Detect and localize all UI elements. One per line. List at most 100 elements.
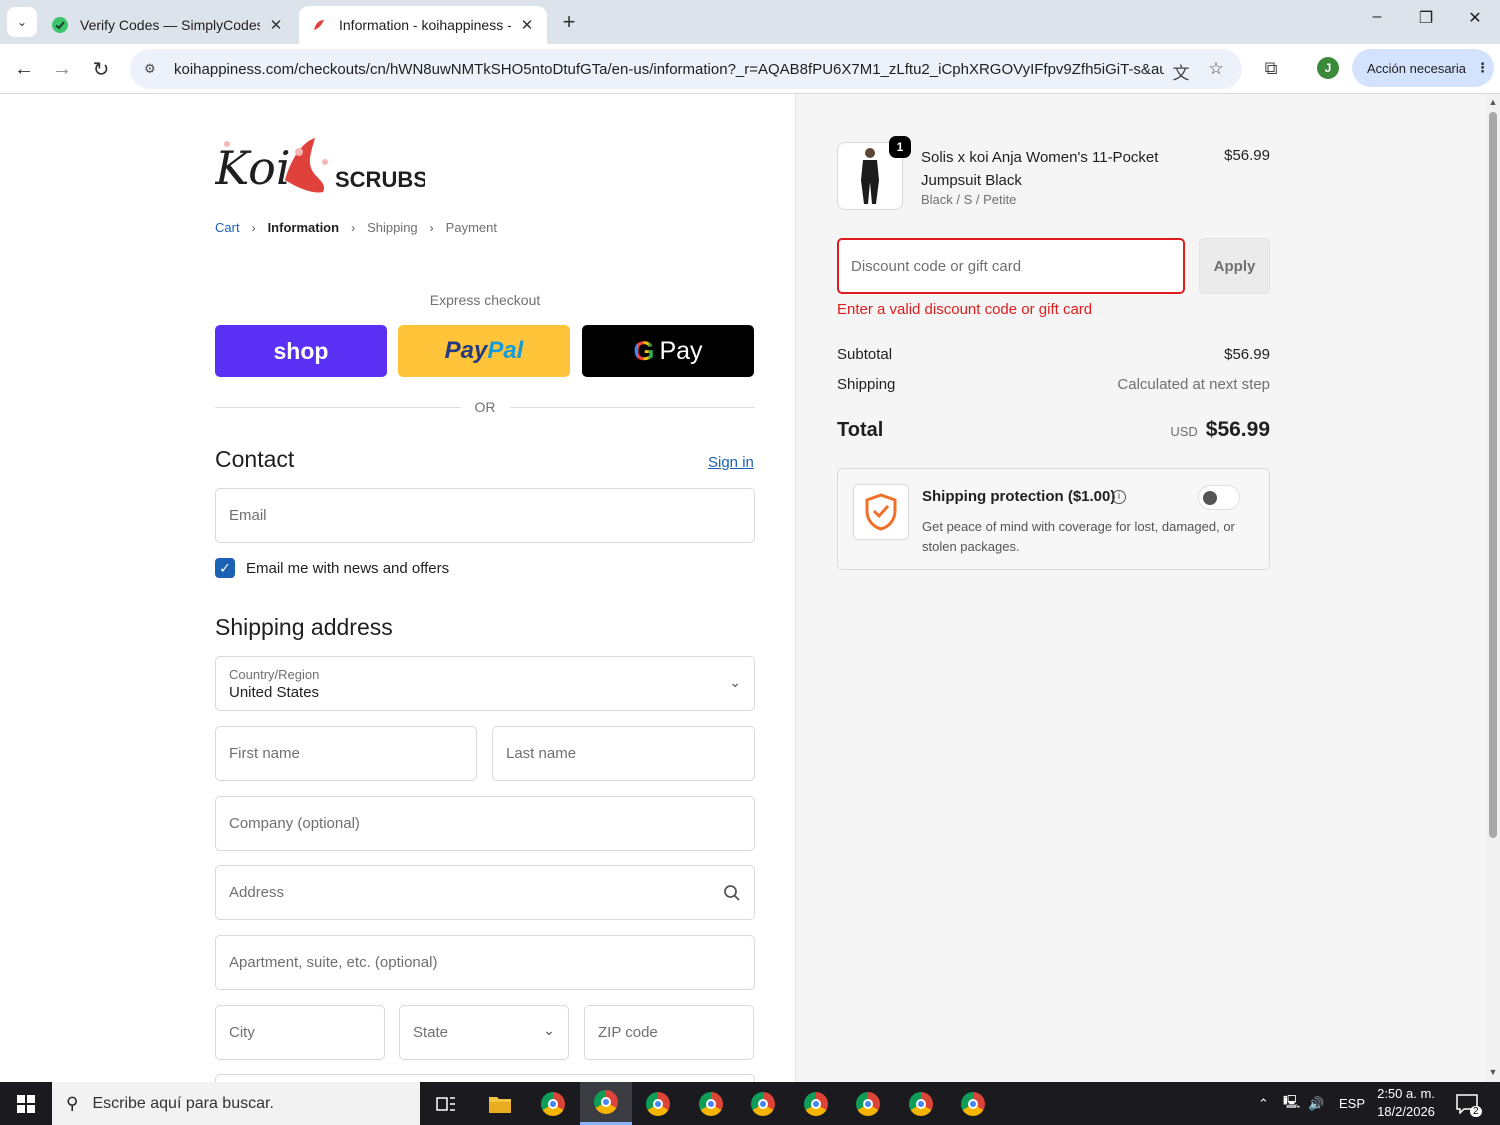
- site-info-icon[interactable]: ⚙: [144, 61, 164, 77]
- chevron-down-icon: ⌄: [543, 1022, 555, 1038]
- country-select[interactable]: Country/Region United States ⌄: [215, 656, 755, 711]
- sign-in-link[interactable]: Sign in: [708, 454, 754, 471]
- clock-time: 2:50 a. m.: [1377, 1086, 1435, 1101]
- windows-start-icon[interactable]: [0, 1082, 52, 1125]
- checkout-page: Koi SCRUBS Cart › Information › Shipping…: [0, 94, 1486, 1082]
- bookmark-star-icon[interactable]: ☆: [1205, 59, 1227, 79]
- paypal-button[interactable]: Pay Pal: [398, 325, 570, 377]
- translate-icon[interactable]: 文: [1170, 59, 1192, 84]
- taskbar-search[interactable]: ⚲ Escribe aquí para buscar.: [52, 1082, 420, 1125]
- url-text[interactable]: koihappiness.com/checkouts/cn/hWN8uwNMTk…: [174, 61, 1164, 78]
- city-field[interactable]: City: [215, 1005, 385, 1060]
- email-placeholder: Email: [229, 507, 267, 524]
- search-icon: ⚲: [66, 1093, 79, 1113]
- forward-arrow-icon[interactable]: →: [48, 55, 76, 83]
- shop-pay-button[interactable]: shop: [215, 325, 387, 377]
- product-variant: Black / S / Petite: [921, 192, 1017, 207]
- address-bar[interactable]: ⚙ koihappiness.com/checkouts/cn/hWN8uwNM…: [130, 49, 1242, 89]
- discount-code-input[interactable]: Discount code or gift card: [837, 238, 1185, 294]
- tab-title: Information - koihappiness - Ch: [339, 17, 511, 33]
- address-field[interactable]: Address: [215, 865, 755, 920]
- close-icon[interactable]: ✕: [268, 16, 284, 34]
- task-view-icon[interactable]: [420, 1082, 472, 1125]
- chevron-down-icon: ⌄: [16, 15, 28, 29]
- chrome-icon[interactable]: [527, 1082, 579, 1125]
- chevron-right-icon: ›: [251, 220, 256, 235]
- paypal-label-a: Pay: [444, 337, 488, 364]
- google-pay-label: Pay: [659, 336, 703, 365]
- page-scrollbar[interactable]: ▲ ▼: [1486, 94, 1500, 1082]
- browser-toolbar: ← → ↻ ⚙ koihappiness.com/checkouts/cn/hW…: [0, 44, 1500, 94]
- phone-field[interactable]: [215, 1074, 755, 1082]
- subtotal-row: Subtotal $56.99: [837, 346, 1270, 363]
- reload-icon[interactable]: ↻: [87, 55, 115, 83]
- currency-code: USD: [1170, 424, 1198, 439]
- back-arrow-icon[interactable]: ←: [10, 55, 38, 83]
- zip-placeholder: ZIP code: [598, 1024, 658, 1041]
- subtotal-label: Subtotal: [837, 346, 893, 363]
- action-required-button[interactable]: Acción necesaria ⋮: [1352, 49, 1494, 87]
- shipping-protection-card: Shipping protection ($1.00) i Get peace …: [837, 468, 1270, 570]
- checkbox-checked-icon[interactable]: ✓: [215, 558, 235, 578]
- apply-discount-button[interactable]: Apply: [1199, 238, 1270, 294]
- chrome-icon[interactable]: [580, 1082, 632, 1125]
- new-tab-plus-icon[interactable]: +: [556, 9, 582, 35]
- tab-koihappiness[interactable]: Information - koihappiness - Ch ✕: [299, 6, 547, 44]
- volume-icon[interactable]: 🔊: [1308, 1082, 1324, 1125]
- chevron-down-icon: ⌄: [729, 674, 741, 690]
- clock[interactable]: 2:50 a. m. 18/2/2026: [1372, 1085, 1440, 1121]
- close-icon[interactable]: ✕: [519, 16, 535, 34]
- chrome-icon[interactable]: [790, 1082, 842, 1125]
- google-pay-button[interactable]: G Pay: [582, 325, 754, 377]
- newsletter-checkbox-row[interactable]: ✓ Email me with news and offers: [215, 558, 449, 578]
- more-vert-icon[interactable]: ⋮: [1476, 60, 1489, 76]
- chrome-icon[interactable]: [842, 1082, 894, 1125]
- tab-search-button[interactable]: ⌄: [7, 7, 37, 37]
- notifications-count: 2: [1470, 1106, 1482, 1117]
- extensions-puzzle-icon[interactable]: ⧉: [1259, 58, 1283, 79]
- restore-icon[interactable]: ❐: [1411, 8, 1441, 28]
- state-select[interactable]: State ⌄: [399, 1005, 569, 1060]
- apartment-field[interactable]: Apartment, suite, etc. (optional): [215, 935, 755, 990]
- shipping-protection-toggle[interactable]: [1198, 485, 1240, 510]
- info-icon[interactable]: i: [1112, 490, 1126, 504]
- notifications-icon[interactable]: 2: [1456, 1082, 1482, 1125]
- logo-script-text: Koi: [215, 141, 291, 195]
- city-placeholder: City: [229, 1024, 255, 1041]
- chrome-icon[interactable]: [632, 1082, 684, 1125]
- email-field[interactable]: Email: [215, 488, 755, 543]
- action-required-label: Acción necesaria: [1367, 60, 1466, 76]
- scroll-down-arrow-icon[interactable]: ▼: [1488, 1067, 1498, 1077]
- or-label: OR: [474, 399, 496, 415]
- chrome-icon[interactable]: [895, 1082, 947, 1125]
- breadcrumb: Cart › Information › Shipping › Payment: [215, 220, 497, 235]
- clock-date: 18/2/2026: [1377, 1104, 1435, 1119]
- koi-scrubs-logo[interactable]: Koi SCRUBS: [215, 132, 425, 202]
- minimize-icon[interactable]: –: [1362, 8, 1392, 26]
- total-label: Total: [837, 419, 884, 441]
- discount-error-message: Enter a valid discount code or gift card: [837, 301, 1093, 318]
- checkout-form-column: Koi SCRUBS Cart › Information › Shipping…: [0, 94, 796, 1082]
- zip-field[interactable]: ZIP code: [584, 1005, 754, 1060]
- shipping-label: Shipping: [837, 376, 896, 393]
- file-explorer-icon[interactable]: [474, 1082, 526, 1125]
- network-icon[interactable]: 🖳: [1283, 1082, 1300, 1125]
- taskbar-search-placeholder: Escribe aquí para buscar.: [92, 1094, 274, 1112]
- chevron-up-icon[interactable]: ⌃: [1258, 1082, 1269, 1125]
- chrome-icon[interactable]: [685, 1082, 737, 1125]
- profile-avatar[interactable]: J: [1317, 57, 1339, 79]
- last-name-field[interactable]: Last name: [492, 726, 755, 781]
- discount-placeholder: Discount code or gift card: [851, 257, 1022, 275]
- scrollbar-thumb[interactable]: [1489, 112, 1497, 838]
- breadcrumb-cart[interactable]: Cart: [215, 220, 240, 235]
- language-indicator[interactable]: ESP: [1339, 1082, 1365, 1125]
- scroll-up-arrow-icon[interactable]: ▲: [1488, 97, 1498, 107]
- chrome-icon[interactable]: [947, 1082, 999, 1125]
- company-field[interactable]: Company (optional): [215, 796, 755, 851]
- first-name-field[interactable]: First name: [215, 726, 477, 781]
- chrome-icon[interactable]: [737, 1082, 789, 1125]
- window-close-icon[interactable]: ✕: [1460, 8, 1490, 28]
- product-name: Solis x koi Anja Women's 11-Pocket Jumps…: [921, 149, 1159, 189]
- shipping-row: Shipping Calculated at next step: [837, 376, 1270, 393]
- tab-simplycodes[interactable]: Verify Codes — SimplyCodes ✕: [40, 6, 296, 44]
